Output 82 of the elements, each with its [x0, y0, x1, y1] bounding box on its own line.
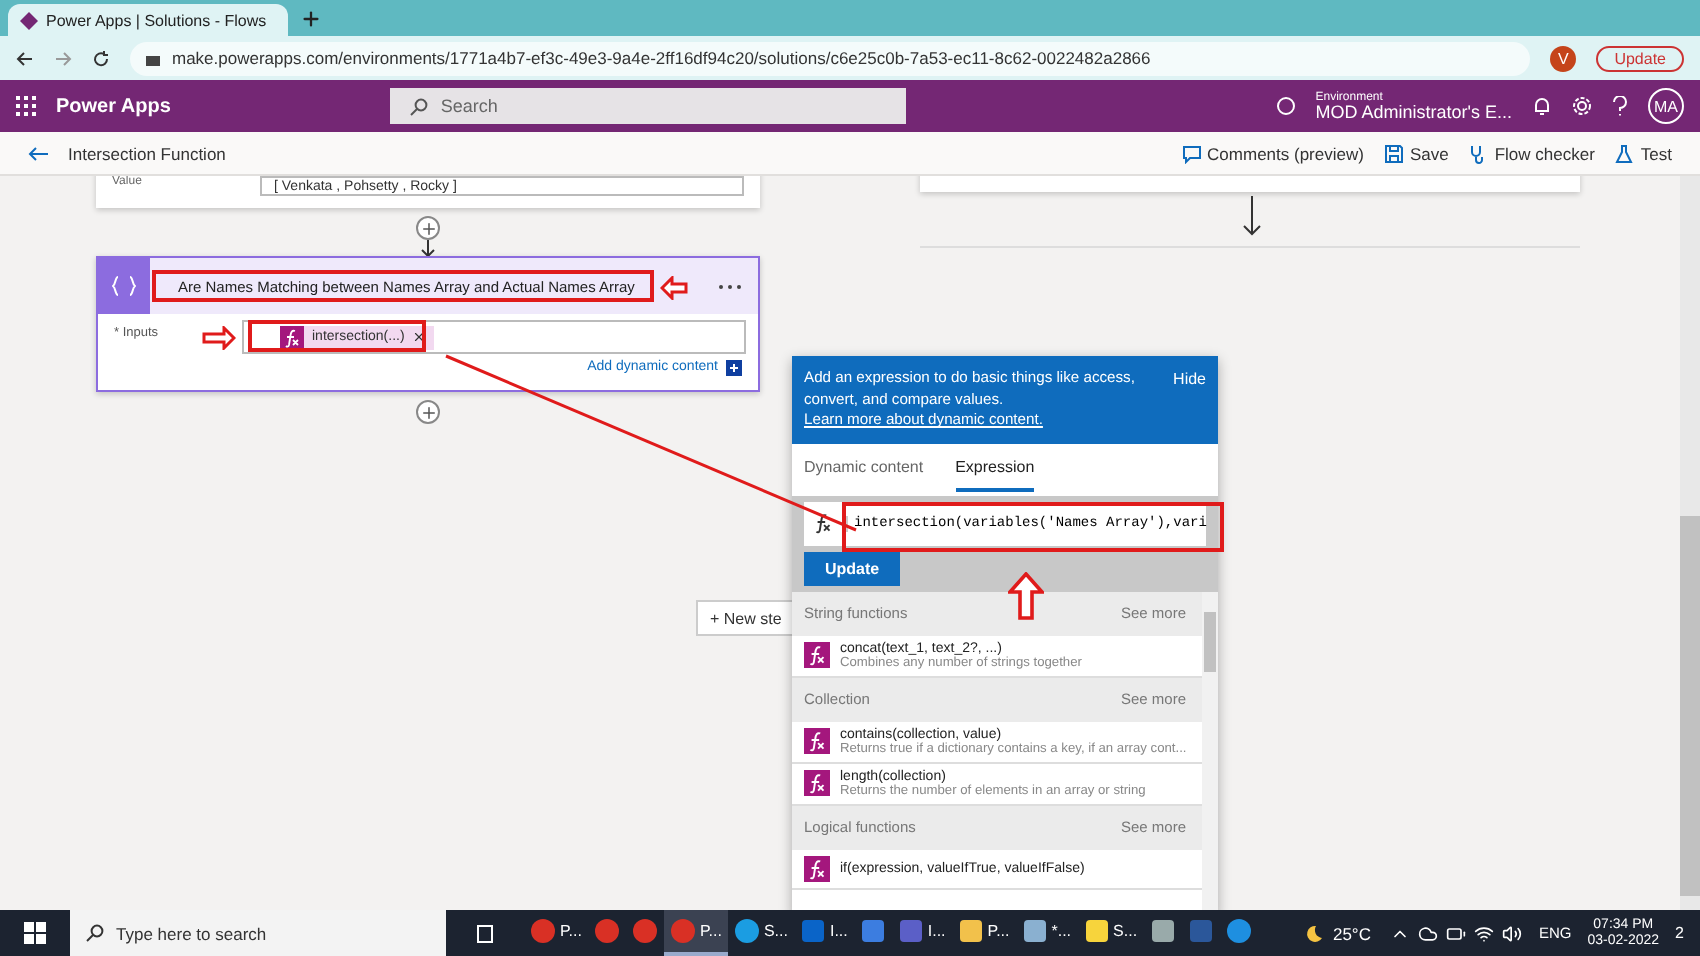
add-step-button[interactable]	[416, 216, 440, 240]
toolbar-action[interactable]: Save	[1383, 143, 1449, 163]
app-icon	[897, 918, 924, 944]
bell-icon[interactable]	[1532, 96, 1552, 116]
plus-box-icon[interactable]	[726, 360, 742, 376]
plus-icon	[419, 403, 437, 421]
taskbar-app[interactable]: I...	[793, 910, 854, 956]
save-icon	[1383, 143, 1404, 163]
left-arrow-icon	[660, 276, 688, 300]
remove-icon[interactable]	[412, 330, 427, 344]
function-icon	[804, 642, 830, 669]
function-icon	[280, 325, 304, 349]
profile-avatar[interactable]: V	[1550, 45, 1577, 71]
app-icon	[733, 918, 760, 944]
hide-link[interactable]: Hide	[1173, 368, 1206, 432]
up-arrow-icon	[1008, 572, 1044, 620]
app-icon	[1021, 918, 1048, 944]
notification-count[interactable]: 2	[1675, 924, 1684, 942]
stethoscope-icon	[1468, 143, 1489, 163]
speaker-icon[interactable]	[1502, 923, 1523, 943]
function-icon	[804, 728, 830, 755]
app-icon	[1187, 918, 1214, 944]
wifi-icon[interactable]	[1474, 923, 1495, 943]
toolbar-action[interactable]: Flow checker	[1468, 143, 1595, 163]
task-view-icon[interactable]	[474, 923, 496, 943]
app-icon	[1149, 918, 1176, 944]
panel-tab[interactable]: Dynamic content	[804, 455, 924, 492]
reload-icon[interactable]	[92, 49, 110, 67]
right-arrow-icon	[202, 326, 236, 350]
back-icon[interactable]	[16, 49, 34, 67]
taskbar-app[interactable]: P...	[524, 910, 588, 956]
plus-icon	[419, 219, 437, 237]
environment-name[interactable]: MOD Administrator's E...	[1315, 103, 1512, 121]
app-icon	[593, 918, 620, 944]
down-arrow-icon	[1242, 196, 1262, 236]
app-name: Power Apps	[56, 95, 171, 117]
windows-start-icon[interactable]	[24, 922, 46, 944]
app-launcher-icon[interactable]	[16, 96, 36, 116]
app-icon	[799, 918, 826, 944]
down-arrow-icon	[420, 240, 436, 258]
app-icon	[669, 918, 696, 944]
taskbar-search-field[interactable]: Type here to search	[70, 910, 446, 956]
add-step-button[interactable]	[416, 400, 440, 424]
flask-icon	[1614, 143, 1635, 163]
cloud-icon[interactable]	[1418, 923, 1439, 943]
taskbar-app[interactable]: S...	[1077, 910, 1144, 956]
search-icon	[86, 924, 104, 942]
update-button[interactable]: Update	[1596, 45, 1684, 71]
address-bar[interactable]: make.powerapps.com/environments/1771a4b7-ef3c-49e3-9a4e-2ff16df94c20/solutions/c6e25c0b-7a53-ec11-8c62-0022482a2866	[130, 41, 1531, 75]
search-field[interactable]: Search	[390, 88, 907, 124]
toolbar-action[interactable]: Comments (preview)	[1181, 143, 1364, 163]
scrollbar[interactable]	[1202, 591, 1218, 910]
moon-icon	[1304, 923, 1325, 943]
back-arrow-icon[interactable]	[28, 145, 48, 161]
panel-tab[interactable]: Expression	[955, 455, 1035, 492]
more-icon[interactable]	[718, 283, 742, 289]
search-icon	[410, 97, 429, 115]
update-button[interactable]: Update	[804, 551, 900, 586]
user-avatar[interactable]: MA	[1648, 88, 1684, 124]
braces-icon	[112, 276, 136, 296]
new-tab-icon[interactable]	[300, 8, 322, 30]
app-icon	[1083, 918, 1110, 944]
battery-icon[interactable]	[1446, 923, 1467, 943]
taskbar-app[interactable]: S...	[727, 910, 794, 956]
browser-tab[interactable]: Power Apps | Solutions - Flows	[8, 4, 288, 36]
taskbar-app[interactable]: *...	[1015, 910, 1078, 956]
settings-icon[interactable]	[1572, 96, 1592, 116]
taskbar-app[interactable]: P...	[951, 910, 1016, 956]
function-icon	[804, 770, 830, 797]
new-step-button[interactable]: + New ste	[696, 600, 796, 636]
app-logo-icon	[20, 11, 38, 29]
toolbar-action[interactable]: Test	[1614, 143, 1672, 163]
weather-temperature[interactable]: 25°C	[1332, 923, 1371, 943]
taskbar-app[interactable]: I...	[891, 910, 952, 956]
taskbar-app[interactable]: P...	[663, 910, 728, 956]
app-icon	[631, 918, 658, 944]
function-icon	[804, 855, 830, 882]
comment-icon	[1181, 143, 1202, 163]
flow-title: Intersection Function	[68, 143, 226, 163]
app-icon	[530, 918, 556, 944]
app-icon	[859, 918, 886, 944]
scrollbar[interactable]	[1680, 176, 1700, 910]
